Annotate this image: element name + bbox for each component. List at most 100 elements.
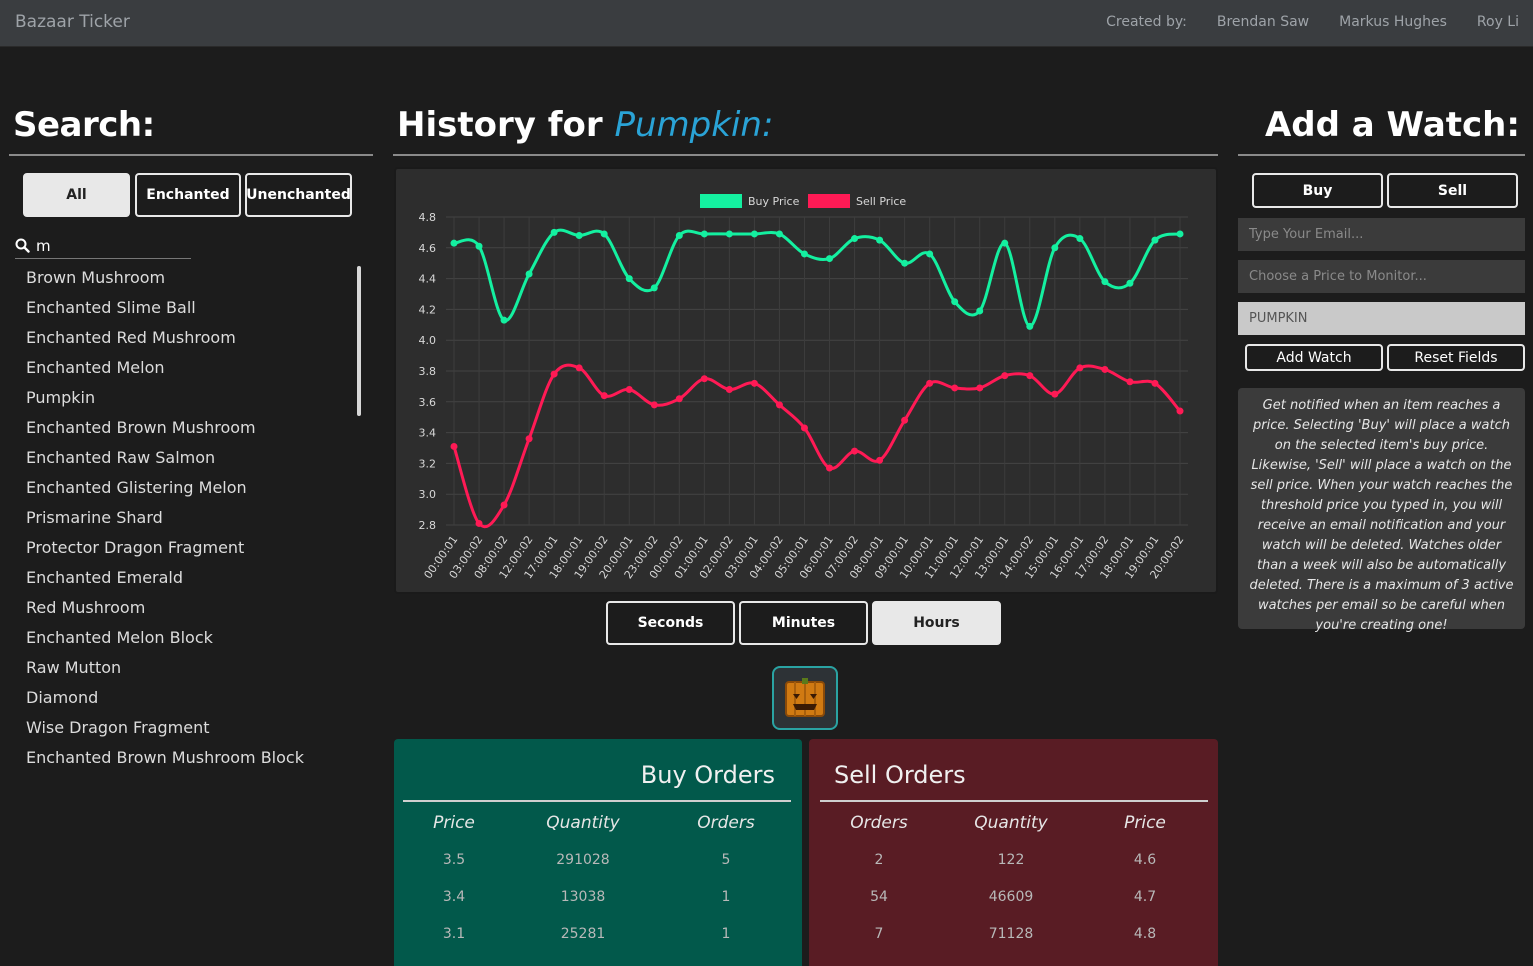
divider xyxy=(820,800,1208,802)
list-item[interactable]: Enchanted Glistering Melon xyxy=(26,474,346,504)
filter-unenchanted-button[interactable]: Unenchanted xyxy=(245,173,352,217)
data-point xyxy=(851,235,859,243)
data-point xyxy=(675,231,683,239)
brand-title[interactable]: Bazaar Ticker xyxy=(15,12,130,32)
data-point xyxy=(1101,365,1109,373)
table-cell: 122 xyxy=(997,852,1025,868)
list-item[interactable]: Diamond xyxy=(26,684,346,714)
author-link[interactable]: Roy Li xyxy=(1477,14,1519,30)
y-tick-label: 4.6 xyxy=(419,242,437,255)
column-header: Quantity xyxy=(974,813,1048,833)
data-point xyxy=(1176,407,1184,415)
list-item[interactable]: Enchanted Brown Mushroom Block xyxy=(26,744,346,774)
add-watch-button[interactable]: Add Watch xyxy=(1245,344,1383,371)
list-item[interactable]: Enchanted Red Mushroom xyxy=(26,324,346,354)
data-point xyxy=(475,519,483,527)
data-point xyxy=(600,230,608,238)
email-field[interactable]: Type Your Email... xyxy=(1238,218,1525,251)
table-cell: 25281 xyxy=(560,926,606,942)
list-item[interactable]: Enchanted Slime Ball xyxy=(26,294,346,324)
table-cell: 54 xyxy=(870,889,888,905)
sell-orders-title: Sell Orders xyxy=(834,761,966,789)
list-item[interactable]: Enchanted Raw Salmon xyxy=(26,444,346,474)
table-cell: 4.6 xyxy=(1133,852,1157,868)
column-header: Price xyxy=(433,813,475,833)
navbar: Bazaar Ticker Created by: Brendan Saw Ma… xyxy=(0,0,1533,47)
data-point xyxy=(1026,322,1034,330)
list-item[interactable]: Pumpkin xyxy=(26,384,346,414)
data-point xyxy=(1101,278,1109,286)
list-item[interactable]: Brown Mushroom xyxy=(26,264,346,294)
buy-watch-button[interactable]: Buy xyxy=(1252,173,1383,208)
list-item[interactable]: Red Mushroom xyxy=(26,594,346,624)
watch-heading: Add a Watch: xyxy=(1264,105,1520,145)
data-point xyxy=(750,230,758,238)
data-point xyxy=(1076,235,1084,243)
data-point xyxy=(525,435,533,443)
table-cell: 291028 xyxy=(556,852,610,868)
y-tick-label: 4.4 xyxy=(419,273,437,286)
watch-info-text: Get notified when an item reaches a pric… xyxy=(1238,388,1525,633)
filter-enchanted-button[interactable]: Enchanted xyxy=(135,173,241,217)
data-point xyxy=(700,375,708,383)
seconds-button[interactable]: Seconds xyxy=(606,601,735,645)
divider xyxy=(9,154,373,156)
data-point xyxy=(1176,230,1184,238)
search-input[interactable] xyxy=(36,236,186,255)
minutes-button[interactable]: Minutes xyxy=(739,601,868,645)
hours-button[interactable]: Hours xyxy=(872,601,1001,645)
table-cell: 13038 xyxy=(560,889,606,905)
list-item[interactable]: Raw Mutton xyxy=(26,654,346,684)
search-icon xyxy=(15,238,30,253)
data-point xyxy=(951,384,959,392)
chart-canvas: 2.83.03.23.43.63.84.04.24.44.64.800:00:0… xyxy=(419,194,1188,581)
item-field[interactable]: PUMPKIN xyxy=(1238,302,1525,335)
list-item[interactable]: Prismarine Shard xyxy=(26,504,346,534)
list-item[interactable]: Enchanted Emerald xyxy=(26,564,346,594)
legend-swatch xyxy=(808,194,850,208)
data-point xyxy=(550,228,558,236)
data-point xyxy=(1151,236,1159,244)
price-field[interactable]: Choose a Price to Monitor... xyxy=(1238,260,1525,293)
data-point xyxy=(525,270,533,278)
data-point xyxy=(575,364,583,372)
data-point xyxy=(725,385,733,393)
y-tick-label: 3.0 xyxy=(419,488,437,501)
history-prefix: History for xyxy=(397,105,603,145)
item-list: Brown Mushroom Enchanted Slime Ball Enchan… xyxy=(26,264,346,774)
data-point xyxy=(826,464,834,472)
history-item-name: Pumpkin: xyxy=(614,105,774,145)
data-point xyxy=(725,230,733,238)
data-point xyxy=(600,392,608,400)
column-header: Quantity xyxy=(546,813,620,833)
scrollbar[interactable] xyxy=(357,266,361,416)
author-link[interactable]: Brendan Saw xyxy=(1217,14,1309,30)
y-tick-label: 3.6 xyxy=(419,396,437,409)
data-point xyxy=(700,230,708,238)
table-cell: 3.1 xyxy=(442,926,466,942)
list-item[interactable]: Protector Dragon Fragment xyxy=(26,534,346,564)
list-item[interactable]: Enchanted Melon Block xyxy=(26,624,346,654)
data-point xyxy=(1076,364,1084,372)
author-link[interactable]: Markus Hughes xyxy=(1339,14,1447,30)
sell-orders-panel: Sell Orders Orders Quantity Price 2 122 … xyxy=(809,739,1218,966)
list-item[interactable]: Enchanted Brown Mushroom xyxy=(26,414,346,444)
data-point xyxy=(750,379,758,387)
table-cell: 1 xyxy=(721,889,731,905)
column-header: Orders xyxy=(850,813,908,833)
reset-fields-button[interactable]: Reset Fields xyxy=(1387,344,1525,371)
table-cell: 4.7 xyxy=(1133,889,1157,905)
list-item[interactable]: Wise Dragon Fragment xyxy=(26,714,346,744)
data-point xyxy=(1001,239,1009,247)
list-item[interactable]: Enchanted Melon xyxy=(26,354,346,384)
data-point xyxy=(901,259,909,267)
y-tick-label: 3.4 xyxy=(419,427,437,440)
y-tick-label: 3.2 xyxy=(419,457,437,470)
sell-watch-button[interactable]: Sell xyxy=(1387,173,1518,208)
column-header: Orders xyxy=(697,813,755,833)
table-cell: 5 xyxy=(721,852,731,868)
column-header: Price xyxy=(1124,813,1166,833)
search-field xyxy=(15,233,191,259)
created-by-label: Created by: xyxy=(1106,14,1187,30)
filter-all-button[interactable]: All xyxy=(23,173,130,217)
